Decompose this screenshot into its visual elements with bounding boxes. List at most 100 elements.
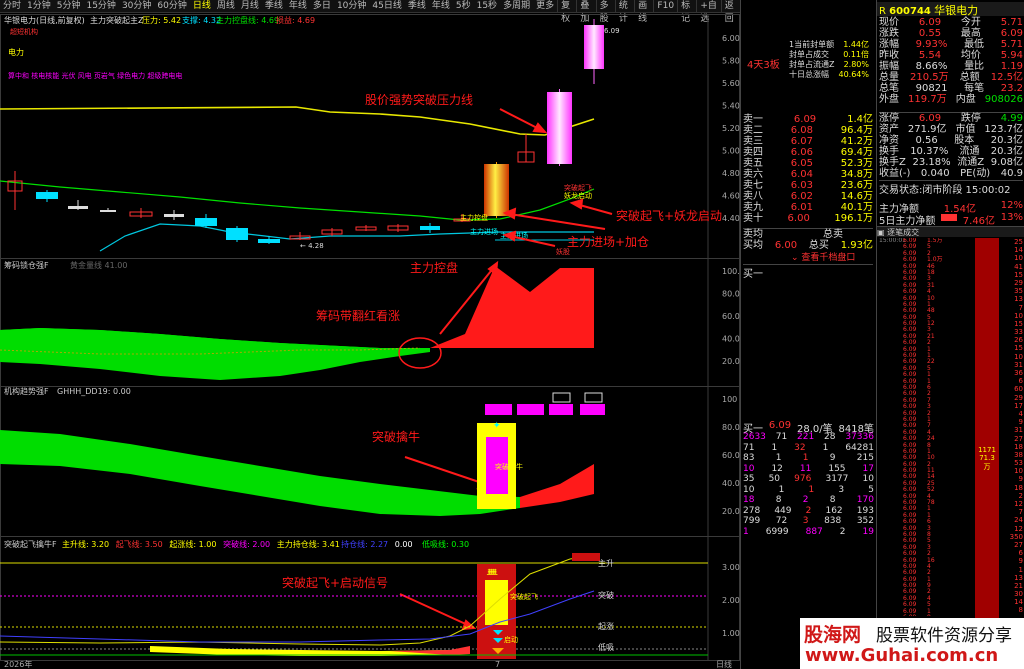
period-tab[interactable]: 更多 [533,0,557,12]
watermark: 股海网 股票软件资源分享 www.Guhai.com.cn [800,618,1024,669]
toolbar-button[interactable]: 叠加 [576,0,595,24]
small-label-dragon: 妖龙启动 [564,191,592,200]
indicator-name: 主力突破起主Z [90,15,144,25]
period-tab[interactable]: 年线 [286,0,310,12]
low-price-label: ← 4.28 [300,242,324,250]
price-tick: 5.20 [722,124,740,133]
toolbar-button[interactable]: 标记 [677,0,696,24]
panel2-tick: 80.0 [722,290,740,299]
main-chart-title: 华银电力(日线,前复权) [4,15,85,25]
panel4-item: 低吸线: 0.30 [422,539,469,549]
panel2-tick: 40.0 [722,335,740,344]
price-tick: 5.00 [722,147,740,156]
period-tab[interactable]: 5秒 [453,0,474,12]
period-tab[interactable]: 10分钟 [334,0,369,12]
period-tab[interactable]: 多周期 [500,0,533,12]
period-tab[interactable]: 15分钟 [83,0,118,12]
chip-panel [0,266,594,380]
toolbar-button[interactable]: 返回 [720,0,740,24]
candle [547,92,572,164]
svg-text:ᚙ: ᚙ [486,568,498,580]
panel4-item: 起涨线: 1.00 [169,539,216,549]
seal-info: 1当前封单额 1.44亿 封单占成交 0.11倍 封单占流通Z 2.80% 十日总涨幅 40.… [789,40,869,79]
period-tab[interactable]: 5分钟 [54,0,84,12]
chip-red-band [430,266,594,348]
sell-book: 卖一 6.09 1.4亿 卖二 6.08 96.4万 卖三 6.07 41.2万 卖四 6.06 69… [743,114,873,224]
period-tab[interactable]: 季线 [405,0,429,12]
panel3-small-label: 突破擒牛 [495,462,523,471]
candle [420,226,440,230]
period-tab[interactable]: 1分钟 [24,0,54,12]
small-label-fly: 突破起飞 [564,183,592,192]
toolbar-button[interactable]: F10 [653,0,677,12]
panel4-item: 0.00 [395,540,413,549]
price-tick: 5.80 [722,57,740,66]
period-tab[interactable]: 30分钟 [119,0,154,12]
period-tab[interactable]: 日线 [190,0,214,12]
depth-link[interactable]: ⌄ 查看千档盘口 [791,250,855,263]
period-tab[interactable]: 周线 [214,0,238,12]
small-label-control: 主力控盘 [460,213,488,222]
panel3-subtitle: GHHH_DD19: 0.00 [57,387,131,396]
panel2-subtitle: 黄金量线 41.00 [70,260,127,270]
avg-rows: 卖均 总卖 买均 6.00 总买 1.93亿 [743,228,873,251]
sub-tag: 超短机构 [10,27,38,36]
candle [484,164,509,216]
panel3-tick: 60.0 [722,451,740,460]
period-tab[interactable]: 多日 [310,0,334,12]
panel4-item: 主力持仓线: 3.41 [277,539,340,549]
tx-right-numbers: 25 14 10 41 15 29 35 13 7 10 15 33 26 15 10 31 36 6 60 29 17… [1009,238,1023,615]
price-tick: 4.40 [722,214,740,223]
panel4-level-label: 低吸 [598,642,614,652]
toolbar-button[interactable]: 画线 [634,0,653,24]
quote-panel: R 600744 华银电力 现价 6.09 今开 5.71 涨跌 0.55 最高 6.09 涨幅 9… [876,0,1024,669]
toolbar-right: 复权 叠加 多股 统计 画线 F10 标记 +自选 返回 [557,0,740,24]
period-tab[interactable]: 年线 [429,0,453,12]
panel2-annotation: 筹码带翻红看涨 [316,308,400,323]
main-net-5d: 5日主力净额 7.46亿 13% [879,212,1023,227]
panel2-tick: 20.0 [722,357,740,366]
period-tab[interactable]: 季线 [262,0,286,12]
kline-chart-area: 6.00 5.80 5.60 5.40 5.20 5.00 4.80 4.60 4.40 华银电… [0,14,740,669]
panel3-tick: 100 [722,395,737,404]
period-tab[interactable]: 60分钟 [154,0,189,12]
annotation-breakout-fly: 突破起飞+妖龙启动 [616,208,722,223]
toolbar-button[interactable]: 多股 [595,0,615,24]
panel4-item: 持仓线: 2.27 [341,539,388,549]
watermark-slogan: 股票软件资源分享 [876,626,1012,646]
period-tab[interactable]: 分时 [0,0,24,12]
quote-block-2: 涨停 6.09 跌停 4.99 资产 271.9亿 市值 123.7亿 净资 0.56 股本 20.3… [879,112,1023,179]
panel4-item: 突破线: 2.00 [223,539,270,549]
panel4-item: 起飞线: 3.50 [116,539,163,549]
limit-badge: 4天3板 [747,60,780,71]
candle [100,210,116,212]
inst-red-band [520,464,594,508]
toolbar-button[interactable]: 统计 [614,0,634,24]
panel2-tick: 60.0 [722,312,740,321]
high-price-label: 6.09 [604,27,620,35]
candle [195,218,217,226]
small-label-entry: 主力进场 [470,227,498,236]
price-tick: 4.80 [722,169,740,178]
order-panel: 4天3板 1当前封单额 1.44亿 封单占成交 0.11倍 封单占流通Z 2.80% 十日总涨… [740,0,875,669]
panel4-tick: 1.00 [722,629,740,638]
annotation-main-entry: 主力进场+加仓 [567,235,649,249]
loss-value: 损益: 4.69 [276,15,315,25]
buy-one: 买一 [743,264,873,280]
panel3-tick: 40.0 [722,479,740,488]
date-right: 日线 [716,659,732,669]
panel4-item: 主升线: 3.20 [62,539,109,549]
toolbar-button[interactable]: 复权 [557,0,576,24]
price-tick: 5.60 [722,79,740,88]
panel2-tick: 100.0 [722,267,740,276]
panel4-level-label: 突破 [598,590,614,600]
period-tab[interactable]: 15秒 [474,0,500,12]
svg-text:✦: ✦ [493,421,501,431]
period-tab[interactable]: 月线 [238,0,262,12]
period-tab[interactable]: 45日线 [369,0,404,12]
candle [226,228,248,240]
panel2-title: 筹码锁仓强F [4,260,49,270]
toolbar-button[interactable]: +自选 [696,0,720,24]
candle [258,239,280,243]
date-left: 2026年 [4,659,32,669]
